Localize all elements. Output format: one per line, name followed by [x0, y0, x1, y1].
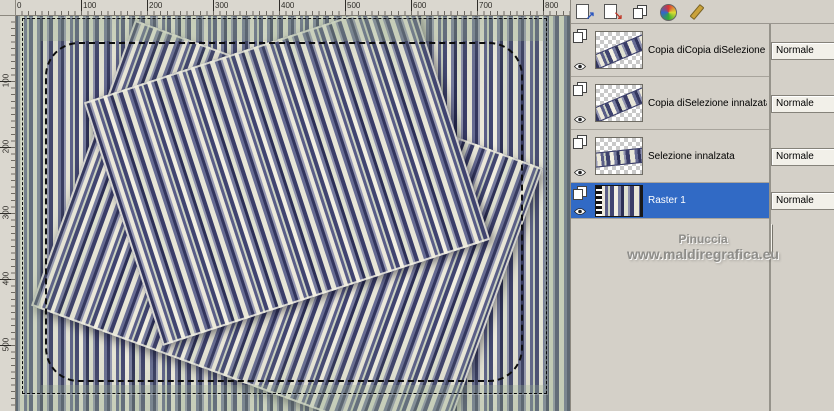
- horizontal-ruler: 0 100 200 300 400 500 600 700 800: [15, 0, 570, 16]
- arrow-glyph: ↗: [585, 9, 595, 22]
- ruler-tick-label: 400: [1, 271, 11, 286]
- ruler-tick-label: 300: [1, 205, 11, 220]
- vertical-ruler: 100 200 300 400 500: [0, 15, 16, 411]
- layer-type-icon: [573, 82, 587, 96]
- layer-controls: [573, 184, 593, 218]
- layer-name: Raster 1: [648, 195, 686, 206]
- layer-thumbnail: [595, 184, 643, 217]
- psp-workspace: 0 100 200 300 400 500 600 700 800 100 20…: [0, 0, 834, 411]
- layer-row[interactable]: Selezione innalzata: [571, 130, 769, 183]
- visibility-eye-icon[interactable]: [573, 207, 587, 216]
- ruler-tick-label: 200: [149, 1, 163, 10]
- layers-stack-icon[interactable]: [630, 2, 651, 22]
- scrollbar-thumb[interactable]: [771, 224, 773, 254]
- ruler-tick-label: 400: [281, 1, 295, 10]
- blend-mode-row: Normale: [771, 183, 834, 219]
- layer-up-icon[interactable]: ↗: [574, 2, 595, 22]
- layer-controls: [573, 27, 593, 73]
- layers-palette-toolbar: ↗ ↘: [571, 0, 834, 24]
- wheel-glyph: [660, 3, 677, 21]
- visibility-eye-icon[interactable]: [573, 115, 587, 124]
- layer-thumbnail: [595, 137, 643, 175]
- layers-palette-body: Copia diCopia diSelezione inna Copia diS…: [571, 24, 834, 411]
- layer-controls: [573, 80, 593, 126]
- thumbnail-streak: [596, 85, 642, 121]
- layers-list: Copia diCopia diSelezione inna Copia diS…: [571, 24, 769, 411]
- ruler-corner: [0, 0, 16, 16]
- image-canvas[interactable]: [15, 15, 570, 411]
- thumbnail-streak: [596, 146, 642, 169]
- ruler-tick-label: 0: [17, 1, 22, 10]
- blend-mode-dropdown[interactable]: Normale: [771, 147, 834, 166]
- layer-name: Selezione innalzata: [648, 150, 735, 162]
- layer-name: Copia diCopia diSelezione inna: [648, 44, 767, 56]
- ruler-tick-label: 700: [479, 1, 493, 10]
- pen-icon[interactable]: [686, 2, 707, 22]
- layer-type-icon: [573, 29, 587, 43]
- ruler-tick-label: 500: [347, 1, 361, 10]
- blend-mode-dropdown[interactable]: Normale: [771, 192, 834, 210]
- layer-thumbnail: [595, 31, 643, 69]
- pen-glyph: [689, 3, 705, 20]
- blend-mode-row: Normale: [771, 24, 834, 77]
- layer-type-icon: [573, 185, 587, 200]
- blend-mode-row: Normale: [771, 130, 834, 183]
- layers-palette: ↗ ↘ Copia diCopia diSelezione Copia diSe…: [570, 0, 834, 411]
- ruler-tick-label: 800: [545, 1, 559, 10]
- blend-mode-column: Normale Normale Normale Normale: [771, 24, 834, 411]
- layer-controls: [573, 133, 593, 179]
- blend-mode-row: Normale: [771, 77, 834, 130]
- layer-row[interactable]: Copia diCopia diSelezione inna: [571, 24, 769, 77]
- layer-row[interactable]: Copia diSelezione innalzata: [571, 77, 769, 130]
- arrow-glyph: ↘: [613, 9, 623, 22]
- palette-scrollbar[interactable]: [769, 24, 773, 411]
- visibility-eye-icon[interactable]: [573, 168, 587, 177]
- layer-down-icon[interactable]: ↘: [602, 2, 623, 22]
- ruler-tick-label: 100: [1, 73, 11, 88]
- ruler-tick-label: 300: [215, 1, 229, 10]
- thumbnail-streak: [596, 32, 642, 68]
- blend-mode-dropdown[interactable]: Normale: [771, 94, 834, 113]
- ruler-tick-label: 100: [83, 1, 97, 10]
- visibility-eye-icon[interactable]: [573, 62, 587, 71]
- layer-name: Copia diSelezione innalzata: [648, 97, 767, 109]
- layer-thumbnail: [595, 84, 643, 122]
- color-wheel-icon[interactable]: [658, 2, 679, 22]
- blend-mode-dropdown[interactable]: Normale: [771, 41, 834, 60]
- ruler-tick-label: 200: [1, 139, 11, 154]
- pages-glyph: [633, 4, 647, 19]
- layer-type-icon: [573, 135, 587, 149]
- selection-marquee-rounded: [45, 42, 523, 382]
- ruler-tick-label: 500: [1, 337, 11, 352]
- ruler-tick-label: 600: [413, 1, 427, 10]
- layer-row-selected[interactable]: Raster 1: [571, 183, 769, 219]
